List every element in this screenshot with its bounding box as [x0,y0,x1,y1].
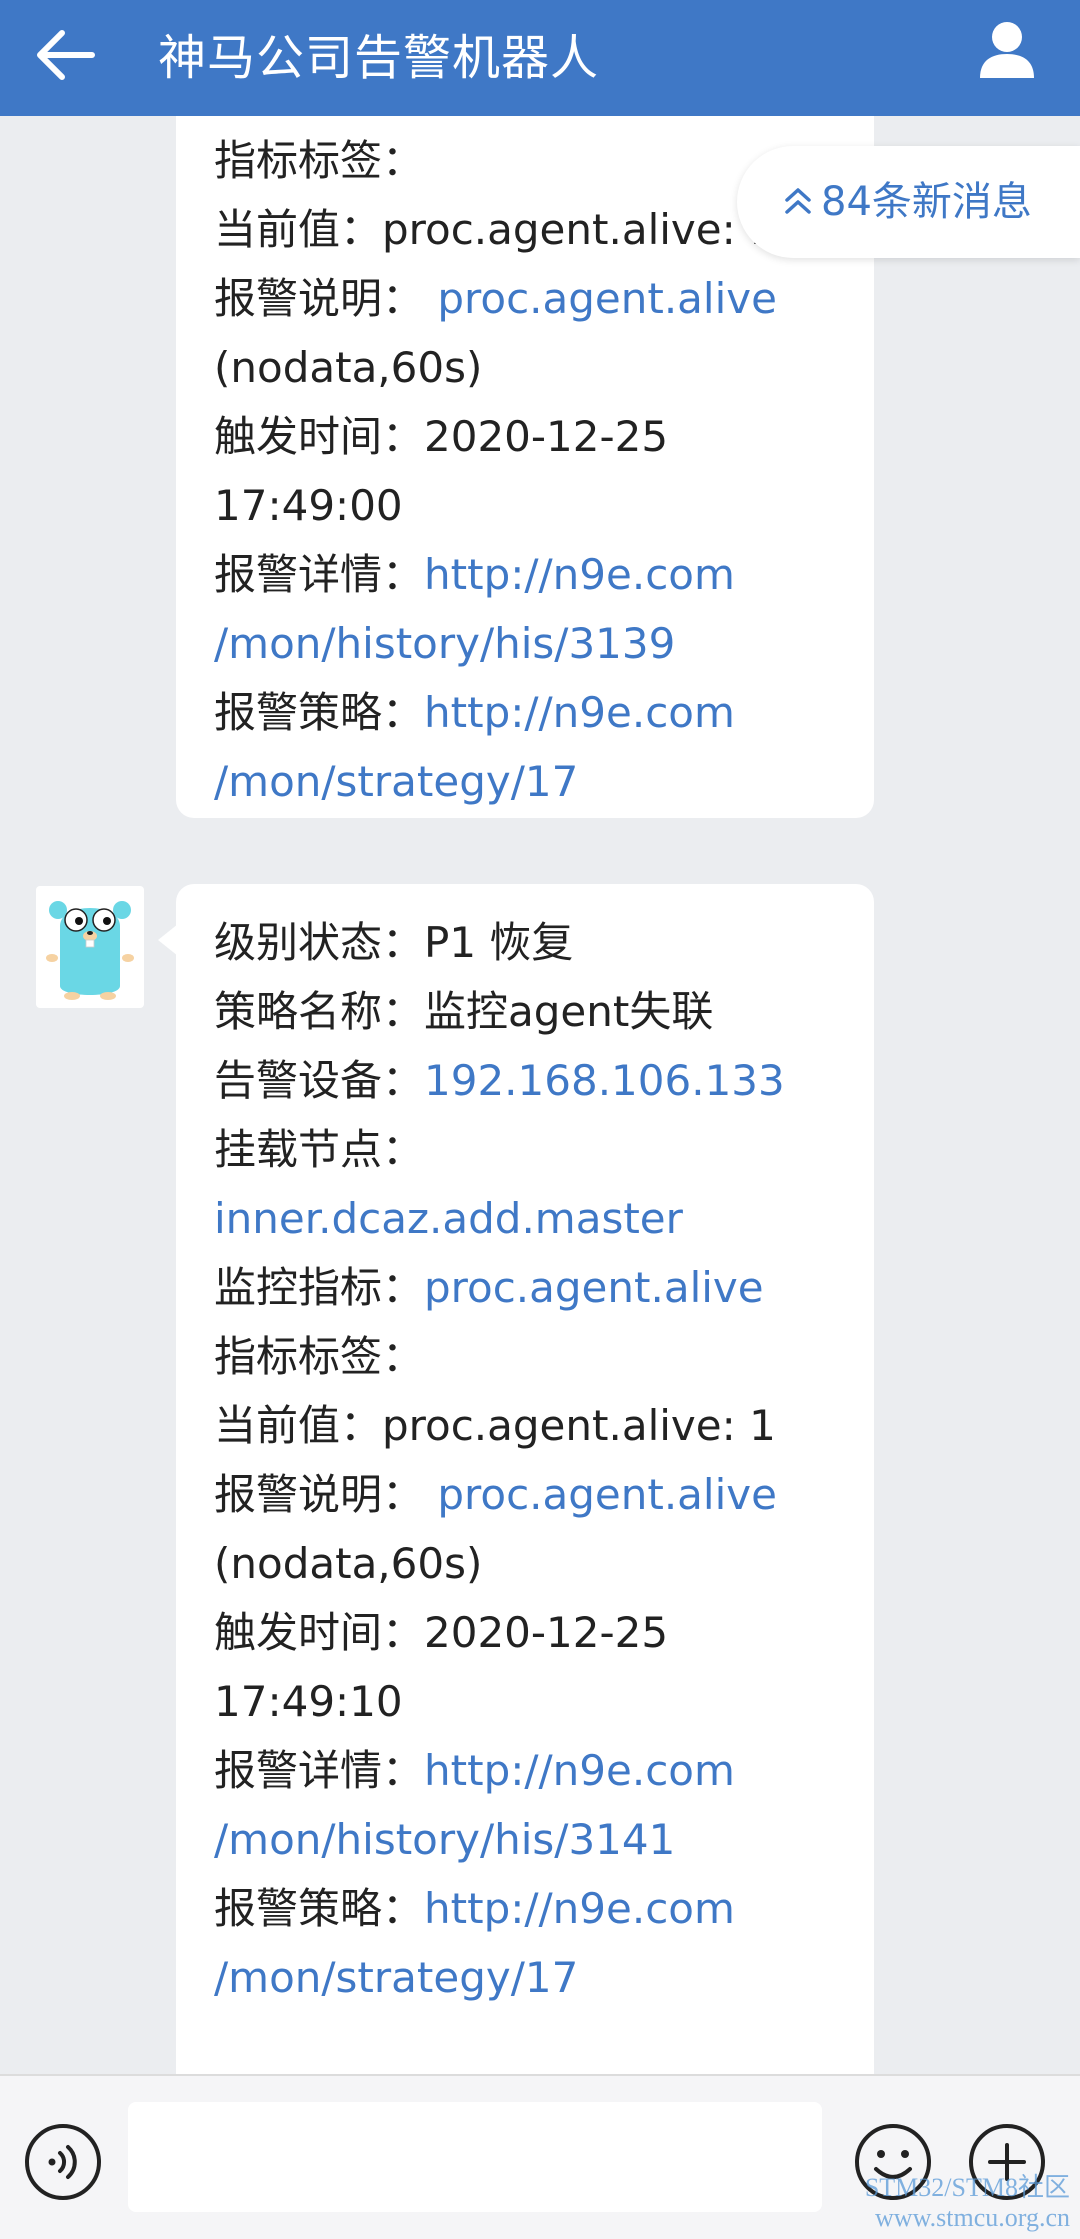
message-line: 当前值：proc.agent.alive: 1 [214,1391,854,1460]
field-value: 2020-12-25 [424,412,669,461]
new-messages-label: 84条新消息 [821,179,1032,225]
field-link[interactable]: 192.168.106.133 [424,1056,785,1105]
field-label: 级别状态： [214,918,425,967]
field-label: 策略名称： [214,987,425,1036]
person-icon[interactable] [972,14,1042,84]
message-line: 触发时间：2020-12-25 [214,402,854,471]
bot-avatar[interactable] [36,886,144,1008]
message-input[interactable] [128,2102,822,2212]
field-value: proc.agent.alive: 1 [382,1401,776,1450]
top-bar: 神马公司告警机器人 [0,0,1080,116]
message-line: (nodata,60s) [214,1529,854,1598]
field-link[interactable]: /mon/history/his/3141 [214,1815,675,1864]
field-label: 报警策略： [214,1884,425,1933]
field-value: proc.agent.alive: 1 [382,205,776,254]
field-link[interactable]: http://n9e.com [424,550,735,599]
field-label: 报警说明： [214,274,425,323]
field-value: P1 恢复 [424,918,574,967]
message-line: inner.dcaz.add.master [214,1184,854,1253]
message-line: 策略名称：监控agent失联 [214,977,854,1046]
message-line: 报警策略：http://n9e.com [214,1874,854,1943]
message-line: /mon/history/his/3141 [214,1805,854,1874]
message-line: 报警策略：http://n9e.com [214,678,854,747]
message-line: 监控指标：proc.agent.alive [214,1253,854,1322]
field-label: 告警设备： [214,1056,425,1105]
field-link[interactable]: http://n9e.com [424,1884,735,1933]
field-link[interactable]: proc.agent.alive [424,274,777,323]
field-label: 监控指标： [214,1263,425,1312]
message-list[interactable]: 指标标签： 当前值：proc.agent.alive: 1 报警说明： proc.a… [0,116,1080,2074]
message-line: 17:49:10 [214,1667,854,1736]
message-line: 报警说明： proc.agent.alive [214,264,854,333]
field-link[interactable]: /mon/history/his/3139 [214,619,675,668]
field-link[interactable]: proc.agent.alive [424,1263,764,1312]
field-link[interactable]: /mon/strategy/17 [214,757,578,806]
message-line: 挂载节点： [214,1115,854,1184]
field-label: 触发时间： [214,1608,425,1657]
message-line: 触发时间：2020-12-25 [214,1598,854,1667]
field-value: 2020-12-25 [424,1608,669,1657]
message-line: /mon/strategy/17 [214,747,854,816]
watermark: STM32/STM8社区 www.stmcu.org.cn [864,2173,1070,2232]
message-line: 指标标签： [214,1322,854,1391]
field-link[interactable]: inner.dcaz.add.master [214,1194,683,1243]
field-label: 挂载节点： [214,1125,425,1174]
field-label: 触发时间： [214,412,425,461]
message-bubble[interactable]: 级别状态：P1 恢复 策略名称：监控agent失联 告警设备：192.168.106… [158,884,874,2074]
field-value: (nodata,60s) [214,1539,483,1588]
message-line: (nodata,60s) [214,333,854,402]
field-value: 17:49:10 [214,1677,403,1726]
field-value: 监控agent失联 [424,987,714,1036]
bubble-tail [158,924,178,956]
arrow-left-icon[interactable] [32,20,102,90]
field-link[interactable]: /mon/strategy/17 [214,1953,578,2002]
message-line: 告警设备：192.168.106.133 [214,1046,854,1115]
gopher-avatar-icon [46,901,134,1000]
message-line: 报警说明： proc.agent.alive [214,1460,854,1529]
voice-icon[interactable] [22,2121,104,2203]
message-text: 级别状态：P1 恢复 策略名称：监控agent失联 告警设备：192.168.106… [214,908,854,2012]
field-link[interactable]: http://n9e.com [424,688,735,737]
message-line: 报警详情：http://n9e.com [214,540,854,609]
field-value: 17:49:00 [214,481,403,530]
message-line: 17:49:00 [214,471,854,540]
field-link[interactable]: proc.agent.alive [424,1470,777,1519]
message-line: 级别状态：P1 恢复 [214,908,854,977]
field-label: 报警详情： [214,1746,425,1795]
field-value: (nodata,60s) [214,343,483,392]
new-messages-button[interactable]: 84条新消息 [737,146,1080,258]
field-label: 当前值： [214,205,383,254]
message-line: /mon/strategy/17 [214,1943,854,2012]
field-label: 指标标签： [214,136,425,185]
field-label: 当前值： [214,1401,383,1450]
field-label: 报警策略： [214,688,425,737]
message-line: /mon/history/his/3139 [214,609,854,678]
field-link[interactable]: http://n9e.com [424,1746,735,1795]
field-label: 报警详情： [214,550,425,599]
chat-title: 神马公司告警机器人 [158,30,600,86]
field-label: 指标标签： [214,1332,425,1381]
double-chevron-up-icon [785,188,811,214]
field-label: 报警说明： [214,1470,425,1519]
message-line: 报警详情：http://n9e.com [214,1736,854,1805]
